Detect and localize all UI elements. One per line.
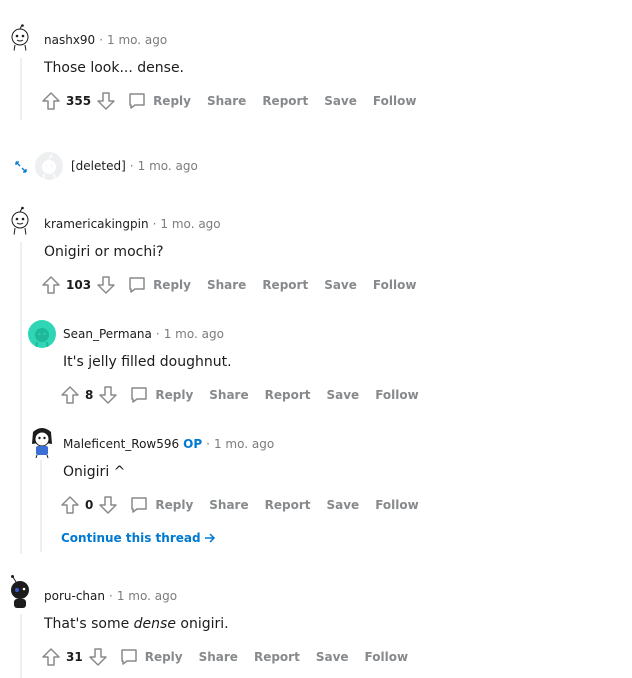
comment-body: Onigiri ^ — [63, 464, 126, 480]
thread-line[interactable] — [40, 460, 42, 552]
upvote-icon[interactable] — [59, 384, 81, 406]
share-button[interactable]: Share — [207, 278, 246, 292]
reply-button[interactable]: Reply — [127, 275, 191, 295]
comment-body-text: That's some — [44, 616, 134, 632]
separator: · — [206, 437, 210, 451]
expand-icon[interactable] — [14, 159, 28, 178]
comment-bubble-icon — [120, 649, 137, 665]
avatar[interactable] — [6, 574, 34, 610]
separator: · — [155, 327, 160, 341]
save-button[interactable]: Save — [324, 94, 357, 108]
deleted-avatar — [35, 152, 63, 180]
avatar[interactable] — [6, 206, 34, 236]
upvote-icon[interactable] — [40, 90, 62, 112]
report-button[interactable]: Report — [262, 94, 308, 108]
upvote-icon[interactable] — [59, 494, 81, 516]
comment-body-text: onigiri. — [175, 616, 229, 632]
comment-author: [deleted] — [71, 159, 126, 173]
thread-line[interactable] — [20, 242, 22, 554]
report-button[interactable]: Report — [262, 278, 308, 292]
comment-timestamp[interactable]: 1 mo. ago — [160, 217, 220, 231]
downvote-icon[interactable] — [95, 90, 117, 112]
downvote-icon[interactable] — [95, 274, 117, 296]
vote-score: 103 — [66, 278, 92, 292]
comment-author[interactable]: kramericakingpin — [44, 217, 149, 231]
separator: · — [152, 217, 157, 231]
comment-author[interactable]: poru-chan — [44, 589, 105, 603]
save-button[interactable]: Save — [324, 278, 357, 292]
follow-button[interactable]: Follow — [373, 94, 417, 108]
comment-body: Onigiri or mochi? — [44, 244, 164, 260]
separator: · — [109, 589, 113, 603]
share-button[interactable]: Share — [199, 650, 238, 664]
follow-button[interactable]: Follow — [375, 388, 419, 402]
vote-score: 0 — [85, 498, 94, 512]
save-button[interactable]: Save — [326, 388, 359, 402]
comment-bubble-icon — [129, 277, 145, 293]
thread-line[interactable] — [20, 614, 22, 678]
avatar[interactable] — [6, 24, 34, 52]
comment-timestamp[interactable]: 1 mo. ago — [107, 33, 167, 47]
comment-bubble-icon — [131, 497, 148, 513]
comment-actions: 8 Reply Share Report Save Follow — [59, 383, 419, 407]
comment-bubble-icon — [131, 387, 148, 403]
vote-score: 8 — [85, 388, 94, 402]
save-button[interactable]: Save — [326, 498, 359, 512]
separator: · — [99, 33, 104, 47]
comment-body: It's jelly filled doughnut. — [63, 354, 232, 370]
separator: · — [129, 159, 134, 173]
report-button[interactable]: Report — [254, 650, 300, 664]
comment-author[interactable]: Sean_Permana — [63, 327, 152, 341]
comment-timestamp[interactable]: 1 mo. ago — [214, 437, 274, 451]
follow-button[interactable]: Follow — [375, 498, 419, 512]
comment-body: That's some dense onigiri. — [44, 616, 229, 632]
continue-thread-link[interactable]: Continue this thread — [61, 531, 216, 545]
downvote-icon[interactable] — [87, 646, 109, 668]
comment-body-emphasis: dense — [133, 616, 176, 632]
upvote-icon[interactable] — [40, 274, 62, 296]
downvote-icon[interactable] — [97, 494, 119, 516]
report-button[interactable]: Report — [265, 498, 311, 512]
comment-actions: 0 Reply Share Report Save Follow — [59, 493, 419, 517]
reply-button[interactable]: Reply — [129, 495, 193, 515]
reply-button[interactable]: Reply — [129, 385, 193, 405]
reply-button[interactable]: Reply — [119, 647, 183, 667]
downvote-icon[interactable] — [97, 384, 119, 406]
share-button[interactable]: Share — [209, 388, 248, 402]
comment-timestamp[interactable]: 1 mo. ago — [138, 159, 198, 173]
comment-actions: 355 Reply Share Report Save Follow — [40, 89, 416, 113]
comment-timestamp[interactable]: 1 mo. ago — [164, 327, 224, 341]
save-button[interactable]: Save — [316, 650, 349, 664]
comment-bubble-icon — [129, 93, 145, 109]
share-button[interactable]: Share — [209, 498, 248, 512]
comment-actions: 31 Reply Share Report Save Follow — [40, 645, 408, 669]
vote-score: 355 — [66, 94, 92, 108]
comment-author[interactable]: Maleficent_Row596 — [63, 437, 179, 451]
upvote-icon[interactable] — [40, 646, 62, 668]
comment-timestamp[interactable]: 1 mo. ago — [117, 589, 177, 603]
follow-button[interactable]: Follow — [373, 278, 417, 292]
avatar[interactable] — [27, 424, 57, 458]
reply-button[interactable]: Reply — [127, 91, 191, 111]
comment-body: Those look... dense. — [44, 60, 185, 76]
thread-line[interactable] — [20, 58, 22, 120]
avatar[interactable] — [28, 320, 56, 348]
comment-author[interactable]: nashx90 — [44, 33, 95, 47]
vote-score: 31 — [66, 650, 83, 664]
op-badge: OP — [183, 437, 203, 451]
comment-actions: 103 Reply Share Report Save Follow — [40, 273, 416, 297]
report-button[interactable]: Report — [265, 388, 311, 402]
share-button[interactable]: Share — [207, 94, 246, 108]
arrow-right-icon — [204, 533, 215, 543]
follow-button[interactable]: Follow — [365, 650, 409, 664]
